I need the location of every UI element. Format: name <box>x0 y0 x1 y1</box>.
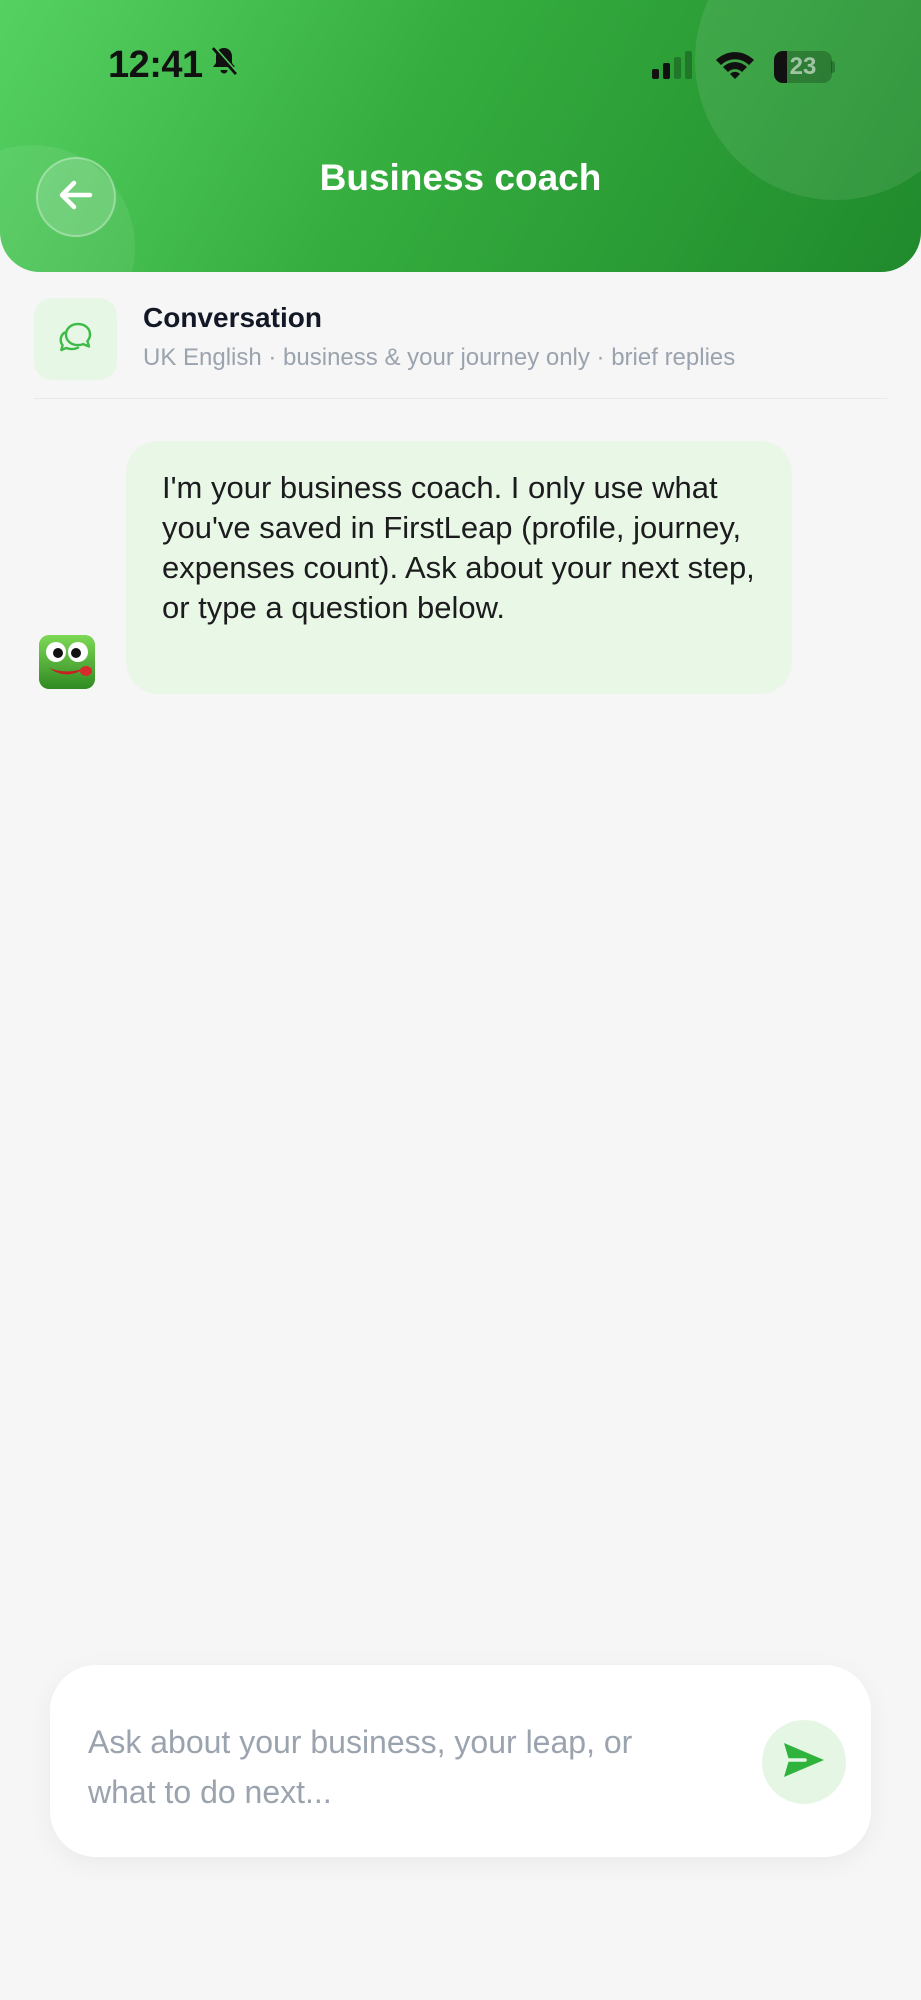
message-input[interactable] <box>88 1717 688 1827</box>
bell-muted-icon <box>209 44 239 87</box>
status-time-text: 12:41 <box>108 44 203 86</box>
cellular-signal-icon <box>650 50 696 85</box>
app-header: 12:41 23 Business coach <box>0 0 921 272</box>
coach-avatar <box>39 635 95 689</box>
chat-bubbles-icon <box>56 318 96 361</box>
battery-fill <box>774 51 788 83</box>
chat-screen: 12:41 23 Business coach Conversation UK … <box>0 0 921 2000</box>
message-composer <box>50 1665 871 1857</box>
message-text: I'm your business coach. I only use what… <box>162 470 755 625</box>
conversation-title: Conversation <box>143 302 322 333</box>
conversation-icon-tile <box>34 298 117 380</box>
frog-avatar-icon <box>39 635 95 689</box>
page-title: Business coach <box>319 157 602 198</box>
divider <box>34 398 887 399</box>
wifi-icon <box>714 49 756 86</box>
battery-indicator: 23 <box>774 51 832 83</box>
send-icon <box>781 1740 827 1785</box>
conversation-info: Conversation UK English · business & you… <box>34 298 894 380</box>
send-button[interactable] <box>762 1720 846 1804</box>
status-bar-time: 12:41 <box>108 44 239 87</box>
coach-message-bubble: I'm your business coach. I only use what… <box>126 441 792 694</box>
battery-level-text: 23 <box>789 53 817 80</box>
battery-cap <box>831 61 835 73</box>
status-bar-indicators: 23 <box>650 50 832 84</box>
conversation-subtitle: UK English · business & your journey onl… <box>143 344 736 371</box>
